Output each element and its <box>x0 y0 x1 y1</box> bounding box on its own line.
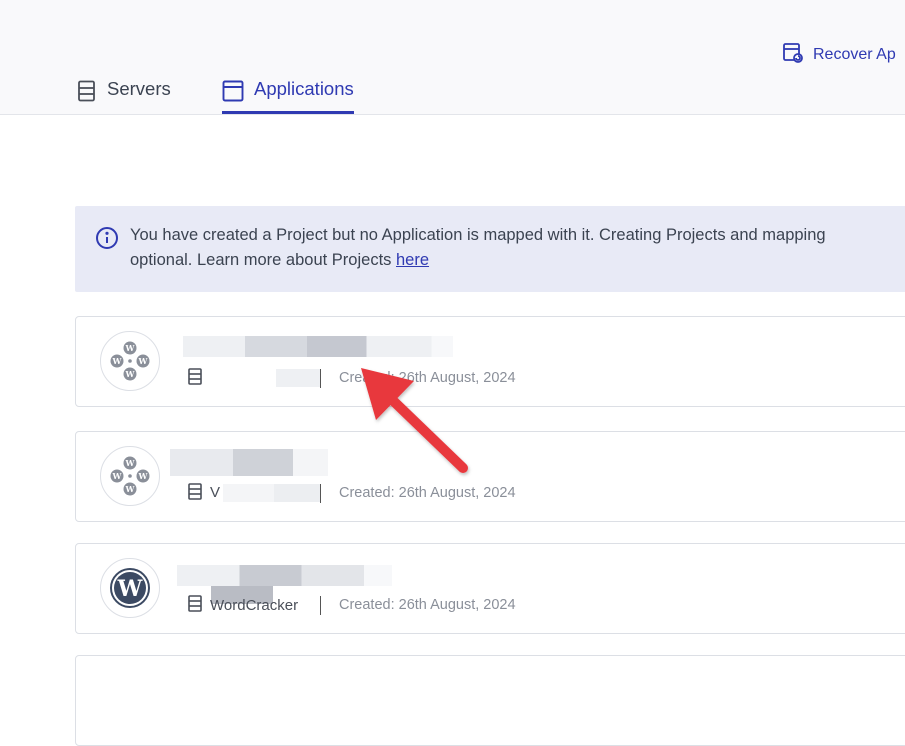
annotation-arrow <box>361 368 468 473</box>
application-card[interactable] <box>75 655 905 746</box>
